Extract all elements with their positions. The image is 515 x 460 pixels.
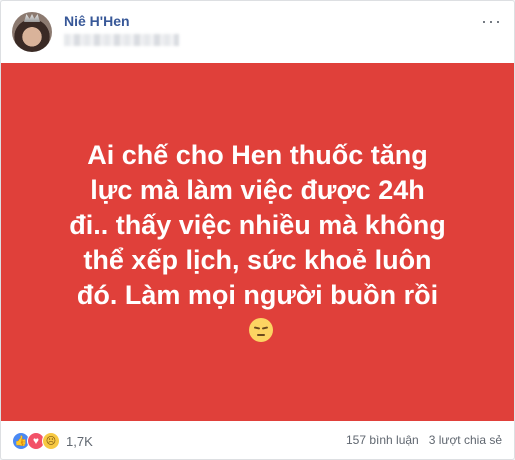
comments-count[interactable]: 157 bình luận (346, 433, 419, 447)
facebook-post: Niê H'Hen ··· Ai chế cho Hen thuốc tăng … (0, 0, 515, 460)
status-text: Ai chế cho Hen thuốc tăng lực mà làm việ… (69, 140, 446, 310)
engagement-stats: 157 bình luận 3 lượt chia sẻ (346, 433, 502, 447)
blurred-post-meta (64, 34, 179, 46)
post-header: Niê H'Hen ··· (1, 1, 514, 63)
status-text-container: Ai chế cho Hen thuốc tăng lực mà làm việ… (68, 138, 448, 348)
shares-count[interactable]: 3 lượt chia sẻ (429, 433, 502, 447)
crown-icon (24, 14, 40, 22)
sad-icon: ☹ (42, 432, 60, 450)
more-options-button[interactable]: ··· (481, 11, 502, 32)
pensive-face-emoji (248, 318, 273, 342)
post-footer: 👍 ♥ ☹ 1,7K 157 bình luận 3 lượt chia sẻ (1, 421, 514, 459)
author-name[interactable]: Niê H'Hen (64, 13, 130, 29)
status-background: Ai chế cho Hen thuốc tăng lực mà làm việ… (1, 63, 514, 421)
reaction-summary[interactable]: 👍 ♥ ☹ 1,7K (12, 432, 93, 450)
author-avatar[interactable] (12, 12, 52, 52)
reaction-count[interactable]: 1,7K (66, 434, 93, 449)
